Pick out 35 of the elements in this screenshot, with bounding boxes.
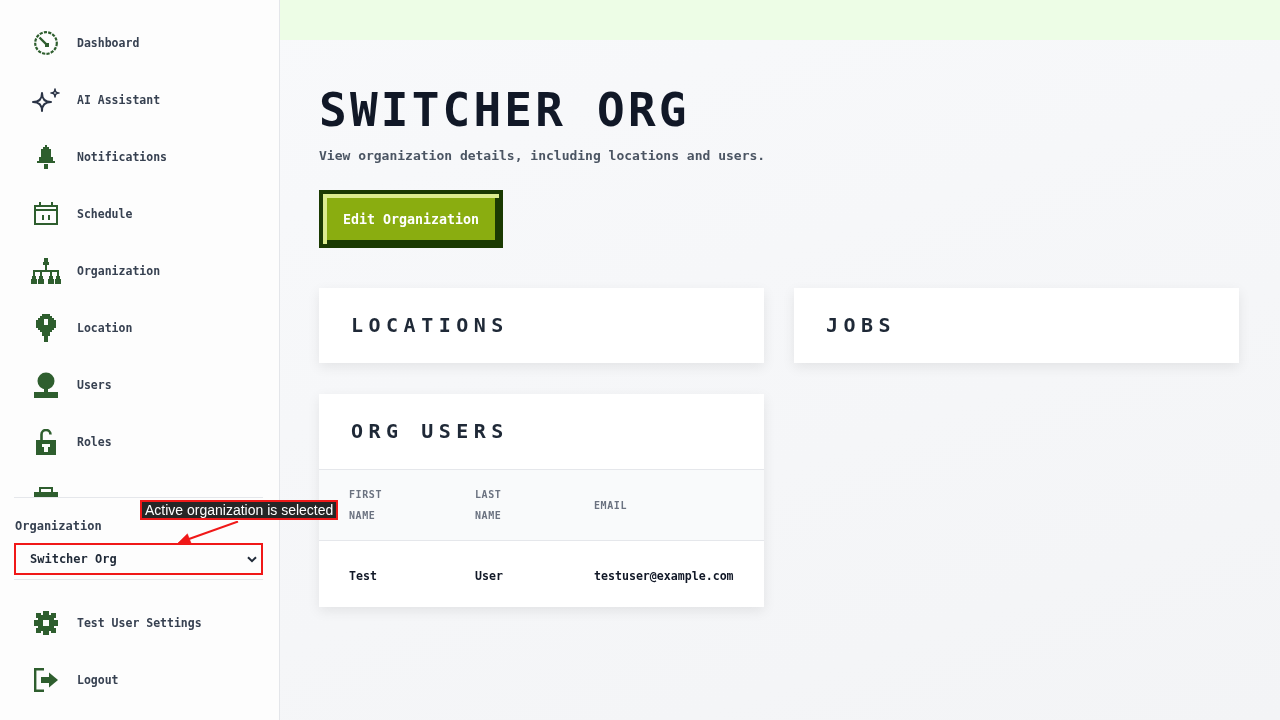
- field-label: Organization: [15, 518, 102, 534]
- hierarchy-icon: [30, 257, 62, 284]
- gauge-icon: [34, 30, 58, 55]
- nav-link[interactable]: Test User Settings: [30, 610, 202, 635]
- nav-link[interactable]: Schedule: [30, 202, 133, 225]
- user-icon: [34, 371, 58, 398]
- nav-link[interactable]: Notifications: [30, 144, 167, 169]
- column-header: EMAIL: [594, 498, 628, 513]
- table-cell: testuser@example.com: [594, 568, 734, 583]
- briefcase-icon[interactable]: [34, 487, 58, 497]
- column-header: LAST NAME: [475, 488, 503, 523]
- page-subtitle: View organization details, including locations and users.: [319, 147, 766, 165]
- column-header: FIRST NAME: [349, 488, 384, 523]
- open-lock-icon: [36, 428, 56, 455]
- map-pin-icon: [36, 313, 56, 342]
- nav-link[interactable]: Logout: [30, 667, 119, 692]
- nav-link[interactable]: Users: [30, 371, 112, 398]
- nav-link[interactable]: Location: [30, 313, 133, 342]
- card-title: ORG USERS: [351, 419, 509, 444]
- nav-link[interactable]: AI Assistant: [30, 87, 161, 112]
- logout-icon: [33, 667, 59, 692]
- card-title: JOBS: [826, 313, 897, 338]
- calendar-icon: [34, 202, 58, 225]
- settings-icon: [34, 610, 58, 635]
- chevron-down-icon: [247, 555, 257, 563]
- annotation-label: Active organization is selected: [140, 500, 339, 520]
- sparkle-icon: [32, 87, 60, 112]
- card-title: LOCATIONS: [351, 313, 509, 338]
- nav-link[interactable]: Roles: [30, 428, 112, 455]
- nav-link[interactable]: Dashboard: [30, 30, 140, 55]
- page-title: SWITCHER ORG: [319, 85, 690, 135]
- nav-link[interactable]: Organization: [30, 257, 161, 284]
- table-cell: Test: [349, 568, 377, 583]
- table-cell: User: [475, 568, 503, 583]
- bell-icon: [34, 144, 58, 169]
